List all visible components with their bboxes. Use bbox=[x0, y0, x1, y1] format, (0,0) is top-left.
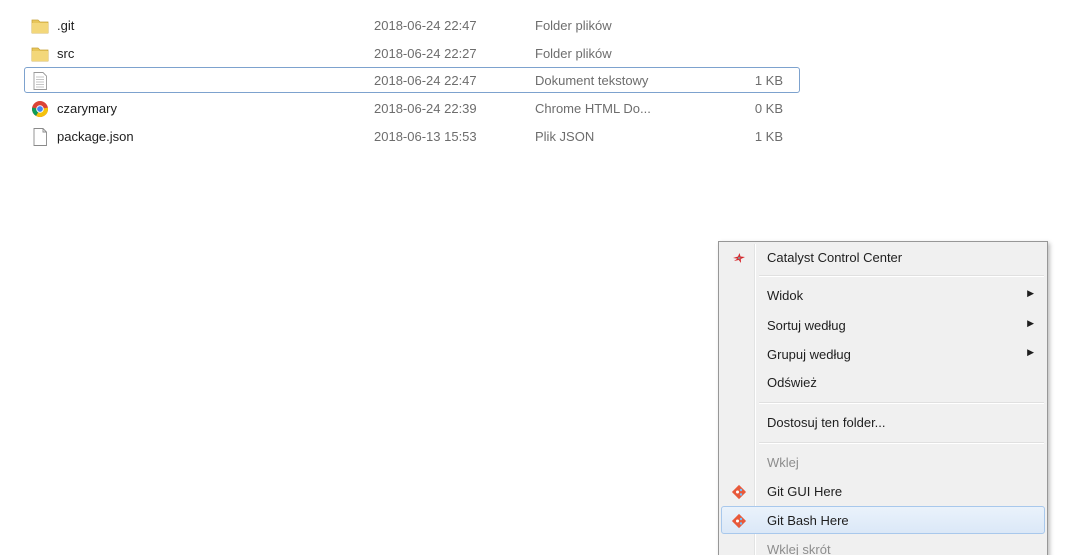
blank-file-icon bbox=[33, 128, 47, 146]
file-row-package-json[interactable]: package.json 2018-06-13 15:53 Plik JSON … bbox=[24, 123, 800, 149]
menu-item-grupuj-wedlug[interactable]: Grupuj według ▶ bbox=[721, 340, 1045, 368]
menu-item-sortuj-wedlug[interactable]: Sortuj według ▶ bbox=[721, 311, 1045, 339]
menu-item-dostosuj-ten-folder[interactable]: Dostosuj ten folder... bbox=[721, 408, 1045, 436]
folder-icon bbox=[31, 19, 49, 34]
context-menu: Catalyst Control Center Widok ▶ Sortuj w… bbox=[718, 241, 1048, 555]
file-name: .git bbox=[57, 18, 75, 33]
explorer-window: .git 2018-06-24 22:47 Folder plików src … bbox=[0, 0, 1081, 555]
menu-item-label: Sortuj według bbox=[767, 318, 846, 333]
file-name: czarymary bbox=[57, 101, 117, 116]
file-size: 0 KB bbox=[754, 101, 783, 116]
folder-icon bbox=[31, 47, 49, 62]
file-name: src bbox=[57, 46, 75, 61]
submenu-arrow-icon: ▶ bbox=[1027, 347, 1034, 357]
file-type: Dokument tekstowy bbox=[535, 73, 649, 88]
menu-item-wklej[interactable]: Wklej bbox=[721, 448, 1045, 476]
menu-item-label: Odśwież bbox=[767, 375, 817, 390]
menu-separator bbox=[759, 275, 1044, 277]
file-row-git[interactable]: .git 2018-06-24 22:47 Folder plików bbox=[24, 12, 800, 38]
file-date: 2018-06-24 22:27 bbox=[374, 46, 477, 61]
menu-item-catalyst-control-center[interactable]: Catalyst Control Center bbox=[721, 243, 1045, 271]
menu-item-label: Catalyst Control Center bbox=[767, 250, 903, 265]
menu-item-label: Git Bash Here bbox=[767, 513, 849, 528]
menu-item-git-bash-here[interactable]: Git Bash Here bbox=[721, 506, 1045, 534]
file-type: Plik JSON bbox=[535, 129, 595, 144]
menu-item-odswiez[interactable]: Odśwież bbox=[721, 368, 1045, 396]
file-row-czarymary[interactable]: czarymary 2018-06-24 22:39 Chrome HTML D… bbox=[24, 95, 800, 121]
menu-item-wklej-skrot[interactable]: Wklej skrót bbox=[721, 535, 1045, 555]
text-document-icon bbox=[33, 72, 47, 90]
file-type: Chrome HTML Do... bbox=[535, 101, 651, 116]
menu-item-label: Dostosuj ten folder... bbox=[767, 415, 886, 430]
file-size: 1 KB bbox=[754, 73, 783, 88]
menu-item-label: Grupuj według bbox=[767, 347, 851, 362]
menu-item-label: Git GUI Here bbox=[767, 484, 843, 499]
file-date: 2018-06-24 22:47 bbox=[374, 73, 477, 88]
file-type: Folder plików bbox=[535, 18, 612, 33]
submenu-arrow-icon: ▶ bbox=[1027, 318, 1034, 328]
menu-item-label: Widok bbox=[767, 288, 804, 303]
file-row-src[interactable]: src 2018-06-24 22:27 Folder plików bbox=[24, 40, 800, 66]
git-icon bbox=[731, 513, 747, 529]
chrome-icon bbox=[31, 101, 49, 117]
menu-separator bbox=[759, 402, 1044, 404]
menu-item-label: Wklej bbox=[767, 455, 799, 470]
file-size: 1 KB bbox=[754, 129, 783, 144]
file-date: 2018-06-24 22:47 bbox=[374, 18, 477, 33]
submenu-arrow-icon: ▶ bbox=[1027, 288, 1034, 298]
git-icon bbox=[731, 484, 747, 500]
catalyst-icon bbox=[733, 253, 745, 263]
file-row-text-document[interactable]: 2018-06-24 22:47 Dokument tekstowy 1 KB bbox=[24, 67, 800, 93]
file-name: package.json bbox=[57, 129, 134, 144]
file-type: Folder plików bbox=[535, 46, 612, 61]
menu-separator bbox=[759, 442, 1044, 444]
menu-item-widok[interactable]: Widok ▶ bbox=[721, 281, 1045, 309]
menu-item-git-gui-here[interactable]: Git GUI Here bbox=[721, 477, 1045, 505]
menu-item-label: Wklej skrót bbox=[767, 542, 831, 555]
file-date: 2018-06-24 22:39 bbox=[374, 101, 477, 116]
file-date: 2018-06-13 15:53 bbox=[374, 129, 477, 144]
